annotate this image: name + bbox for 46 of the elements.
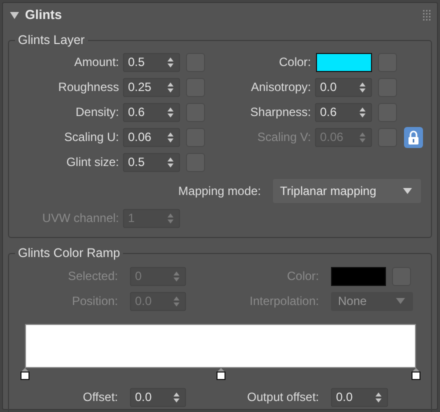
field-label: Scaling U: [63,129,120,146]
spinner-field[interactable]: 0.6 [315,102,372,122]
grip-icon [423,10,431,20]
field-label: Offset: [82,389,119,406]
field-label: Sharpness: [249,104,312,122]
spinner-arrows-icon [167,156,174,168]
padlock-icon [408,130,419,145]
spinner-arrows-icon [173,392,180,402]
dropdown-arrow-icon [403,188,412,194]
spinner-field[interactable]: 0.6 [123,102,180,122]
rollout-title[interactable]: Glints [25,5,62,25]
spinner-arrows-icon [173,270,180,282]
spinner-field[interactable]: 0.06 [123,128,180,147]
field-label: Anisotropy: [250,79,312,96]
field-label: Mapping mode: [177,182,262,200]
spinner-arrows-icon [359,132,366,143]
spinner-arrows-icon [167,212,174,224]
spinner-arrows-icon [173,296,180,306]
spinner-field[interactable]: 0.25 [123,78,180,97]
dropdown[interactable]: Triplanar mapping [273,178,421,203]
field-label: Glint size: [65,154,120,172]
dropdown-arrow-icon [396,298,405,304]
group-title: Glints Color Ramp [17,244,122,262]
field-label: Density: [74,104,120,122]
spinner-field[interactable]: 0.5 [123,52,180,72]
spinner-field[interactable]: 0.0 [130,388,186,406]
spinner-arrows-icon [359,82,366,93]
field-label: Roughness [57,79,120,96]
field-label: Amount: [73,54,120,72]
color-swatch[interactable] [316,52,372,72]
ramp-flag[interactable] [411,368,421,380]
group-title: Glints Layer [17,32,86,49]
lock-button[interactable] [404,126,423,148]
spinner-field[interactable]: 0.0 [315,78,372,97]
spinner-field[interactable]: 0.0 [331,388,388,406]
spinner-field[interactable]: 0.5 [123,152,180,172]
field-label: Output offset: [246,389,320,406]
spinner-arrows-icon [167,132,174,143]
spinner-arrows-icon [167,82,174,93]
field-label: Color: [278,54,312,72]
spinner-arrows-icon [167,56,174,68]
ramp-flag[interactable] [20,368,30,380]
ramp-flag[interactable] [216,368,226,380]
spinner-arrows-icon [167,106,174,118]
spinner-arrows-icon [375,392,382,402]
spinner-arrows-icon [359,106,366,118]
